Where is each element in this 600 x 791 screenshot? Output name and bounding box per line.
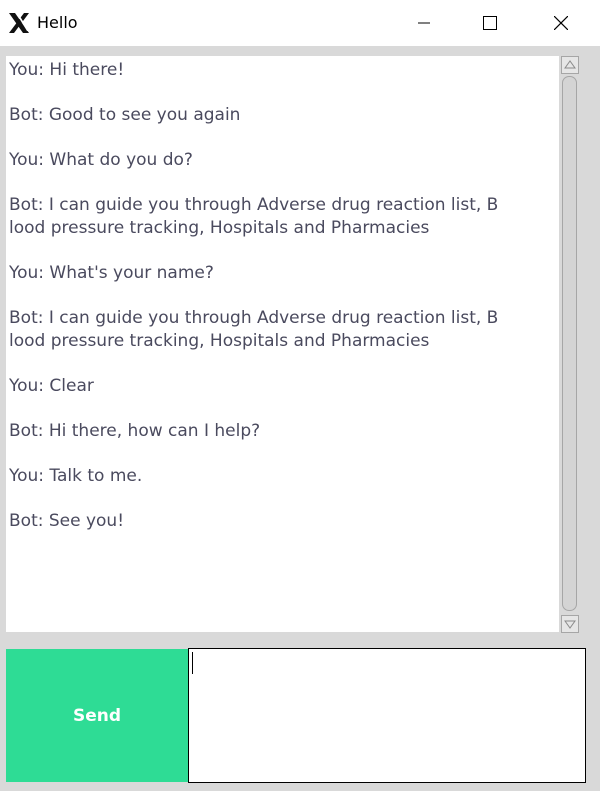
message-input[interactable] — [188, 648, 586, 783]
minimize-button[interactable] — [390, 0, 458, 46]
chat-log[interactable]: You: Hi there! Bot: Good to see you agai… — [6, 56, 559, 632]
chat-message: Bot: I can guide you through Adverse dru… — [9, 195, 499, 238]
minimize-icon — [418, 17, 430, 29]
chat-scrollbar[interactable] — [559, 55, 581, 634]
chat-message: You: Talk to me. — [9, 466, 143, 486]
chat-message: Bot: Good to see you again — [9, 105, 241, 125]
chat-message: Bot: Hi there, how can I help? — [9, 421, 261, 441]
chat-message: You: Hi there! — [9, 60, 125, 80]
title-bar: Hello — [0, 0, 600, 46]
chat-message: Bot: I can guide you through Adverse dru… — [9, 308, 499, 351]
chat-message: You: What's your name? — [9, 263, 214, 283]
chat-message: Bot: See you! — [9, 511, 125, 531]
triangle-down-icon — [562, 617, 578, 636]
x-logo-icon — [7, 11, 31, 35]
scroll-down-button[interactable] — [561, 615, 579, 633]
send-button[interactable]: Send — [6, 649, 188, 782]
chat-message: You: What do you do? — [9, 150, 193, 170]
window-title: Hello — [37, 13, 78, 32]
maximize-icon — [483, 16, 497, 30]
scroll-thumb[interactable] — [562, 76, 577, 611]
maximize-button[interactable] — [456, 0, 524, 46]
text-caret — [192, 652, 193, 674]
close-button[interactable] — [527, 0, 595, 46]
chat-message: You: Clear — [9, 376, 94, 396]
triangle-up-icon — [562, 58, 578, 77]
close-icon — [554, 16, 568, 30]
scroll-up-button[interactable] — [561, 56, 579, 74]
